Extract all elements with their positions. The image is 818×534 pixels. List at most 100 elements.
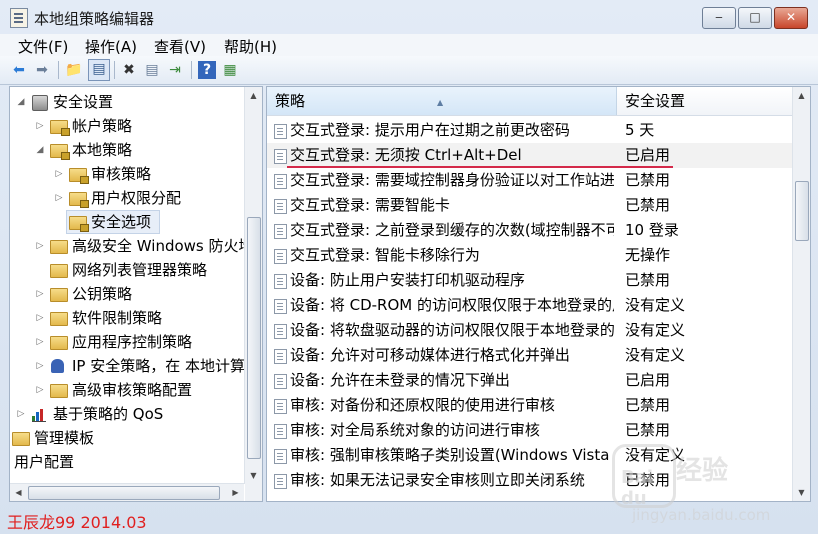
- tree-item-account-policies[interactable]: ▷ 帐户策略: [10, 114, 244, 138]
- policy-icon: [274, 424, 287, 439]
- table-row[interactable]: 交互式登录: 提示用户在过期之前更改密码 5 天: [267, 118, 792, 143]
- policy-icon: [274, 324, 287, 339]
- scroll-up-icon[interactable]: ▲: [245, 87, 262, 104]
- expand-arrow-icon[interactable]: ▷: [35, 306, 45, 330]
- show-hide-tree-icon[interactable]: ▤: [88, 59, 110, 81]
- expand-arrow-icon[interactable]: ▷: [35, 354, 45, 378]
- folder-icon: [50, 264, 68, 278]
- table-row[interactable]: 设备: 允许对可移动媒体进行格式化并弹出 没有定义: [267, 343, 792, 368]
- tree-item-app-control[interactable]: ▷ 应用程序控制策略: [10, 330, 244, 354]
- scroll-thumb[interactable]: [795, 181, 809, 241]
- expand-arrow-icon[interactable]: ▷: [35, 378, 45, 402]
- tree-item-qos[interactable]: ▷ 基于策略的 QoS: [10, 402, 244, 426]
- baidu-watermark: Bai du 经验 jingyan.baidu.com: [612, 440, 812, 530]
- folder-icon: [50, 336, 68, 350]
- tree-pane[interactable]: ◢ 安全设置 ▷ 帐户策略 ◢ 本地策略 ▷ 审核策略 ▷ 用户权限分配 安全选…: [9, 86, 263, 502]
- tree-item-user-config[interactable]: 用户配置: [10, 450, 244, 474]
- ip-security-icon: [51, 359, 64, 373]
- expand-arrow-icon[interactable]: ▷: [35, 330, 45, 354]
- menu-bar: 文件(F) 操作(A) 查看(V) 帮助(H): [0, 34, 818, 56]
- tree-horizontal-scrollbar[interactable]: ◀ ▶: [10, 483, 244, 501]
- baidu-paw-icon: Bai du: [612, 444, 676, 509]
- main-window: 本地组策略编辑器 ‒ □ ✕ 文件(F) 操作(A) 查看(V) 帮助(H) ⬅…: [0, 0, 818, 534]
- scroll-down-icon[interactable]: ▼: [245, 467, 262, 484]
- policy-icon: [274, 374, 287, 389]
- column-header-policy[interactable]: 策略 ▲: [267, 87, 617, 115]
- collapse-arrow-icon[interactable]: ◢: [16, 90, 26, 114]
- title-bar: 本地组策略编辑器 ‒ □ ✕: [0, 0, 818, 34]
- table-row[interactable]: 审核: 对备份和还原权限的使用进行审核 已禁用: [267, 393, 792, 418]
- policy-icon: [274, 399, 287, 414]
- security-settings-icon: [32, 95, 48, 111]
- scrollbar-corner: [245, 484, 262, 501]
- tree-item-security-options[interactable]: 安全选项: [66, 210, 160, 234]
- qos-chart-icon: [32, 408, 46, 422]
- menu-file[interactable]: 文件(F): [18, 36, 68, 57]
- policy-icon: [274, 299, 287, 314]
- column-header-setting[interactable]: 安全设置: [618, 87, 792, 115]
- tree-item-advanced-firewall[interactable]: ▷ 高级安全 Windows 防火墙: [10, 234, 244, 258]
- delete-icon[interactable]: ✖: [120, 61, 138, 79]
- scroll-left-icon[interactable]: ◀: [10, 484, 27, 501]
- table-row[interactable]: 交互式登录: 需要域控制器身份验证以对工作站进行解锁已禁用: [267, 168, 792, 193]
- maximize-button[interactable]: □: [738, 7, 772, 29]
- minimize-button[interactable]: ‒: [702, 7, 736, 29]
- tree-item-admin-templates[interactable]: 管理模板: [10, 426, 244, 450]
- forward-arrow-icon[interactable]: ➡: [33, 61, 51, 79]
- policy-icon: [274, 174, 287, 189]
- folder-icon: [50, 288, 68, 302]
- folder-icon: [69, 168, 89, 184]
- scroll-up-icon[interactable]: ▲: [793, 87, 810, 104]
- list-vertical-scrollbar[interactable]: ▲ ▼: [792, 87, 810, 501]
- policy-icon: [274, 199, 287, 214]
- expand-arrow-icon[interactable]: ▷: [35, 114, 45, 138]
- table-row[interactable]: 交互式登录: 智能卡移除行为 无操作: [267, 243, 792, 268]
- help-icon[interactable]: ?: [198, 61, 216, 79]
- tree-item-audit-policy[interactable]: ▷ 审核策略: [10, 162, 244, 186]
- tree-item-user-rights[interactable]: ▷ 用户权限分配: [10, 186, 244, 210]
- tree-item-advanced-audit[interactable]: ▷ 高级审核策略配置: [10, 378, 244, 402]
- expand-arrow-icon[interactable]: ▷: [35, 282, 45, 306]
- collapse-arrow-icon[interactable]: ◢: [35, 138, 45, 162]
- tree-item-software-restriction[interactable]: ▷ 软件限制策略: [10, 306, 244, 330]
- expand-arrow-icon[interactable]: ▷: [35, 234, 45, 258]
- menu-view[interactable]: 查看(V): [154, 36, 206, 57]
- tree-item-ip-security[interactable]: ▷ IP 安全策略，在 本地计算机: [10, 354, 244, 378]
- list-header: 策略 ▲ 安全设置: [267, 87, 792, 116]
- folder-icon: [50, 312, 68, 326]
- table-row[interactable]: 交互式登录: 无须按 Ctrl+Alt+Del 已启用: [267, 143, 792, 168]
- menu-action[interactable]: 操作(A): [85, 36, 137, 57]
- tree-item-network-list[interactable]: 网络列表管理器策略: [10, 258, 244, 282]
- expand-arrow-icon[interactable]: ▷: [54, 186, 64, 210]
- folder-icon: [50, 384, 68, 398]
- expand-arrow-icon[interactable]: ▷: [16, 402, 26, 426]
- scroll-thumb[interactable]: [28, 486, 220, 500]
- scroll-thumb[interactable]: [247, 217, 261, 459]
- properties-icon[interactable]: ▤: [143, 61, 161, 79]
- tree-item-public-key[interactable]: ▷ 公钥策略: [10, 282, 244, 306]
- close-button[interactable]: ✕: [774, 7, 808, 29]
- expand-arrow-icon[interactable]: ▷: [54, 162, 64, 186]
- tree-item-security-settings[interactable]: ◢ 安全设置: [10, 90, 244, 114]
- table-row[interactable]: 设备: 将软盘驱动器的访问权限仅限于本地登录的用户 没有定义: [267, 318, 792, 343]
- scroll-right-icon[interactable]: ▶: [227, 484, 244, 501]
- extended-view-icon[interactable]: ▦: [221, 61, 239, 79]
- sort-ascending-icon: ▲: [437, 98, 444, 107]
- annotation-underline: [287, 166, 673, 168]
- tree-vertical-scrollbar[interactable]: ▲ ▼: [244, 87, 262, 484]
- back-arrow-icon[interactable]: ⬅: [10, 61, 28, 79]
- table-row[interactable]: 交互式登录: 需要智能卡 已禁用: [267, 193, 792, 218]
- toolbar: ⬅ ➡ 📁 ▤ ✖ ▤ ⇥ ? ▦: [0, 56, 818, 85]
- menu-help[interactable]: 帮助(H): [224, 36, 277, 57]
- folder-icon: [69, 192, 89, 208]
- folder-icon: [50, 120, 70, 136]
- table-row[interactable]: 设备: 将 CD-ROM 的访问权限仅限于本地登录的用户 没有定义: [267, 293, 792, 318]
- table-row[interactable]: 设备: 防止用户安装打印机驱动程序 已禁用: [267, 268, 792, 293]
- table-row[interactable]: 交互式登录: 之前登录到缓存的次数(域控制器不可用时)10 登录: [267, 218, 792, 243]
- table-row[interactable]: 设备: 允许在未登录的情况下弹出 已启用: [267, 368, 792, 393]
- author-watermark: 王辰龙99 2014.03: [7, 513, 147, 532]
- up-folder-icon[interactable]: 📁: [65, 61, 83, 79]
- export-list-icon[interactable]: ⇥: [166, 61, 184, 79]
- tree-item-local-policies[interactable]: ◢ 本地策略: [10, 138, 244, 162]
- policy-icon: [274, 274, 287, 289]
